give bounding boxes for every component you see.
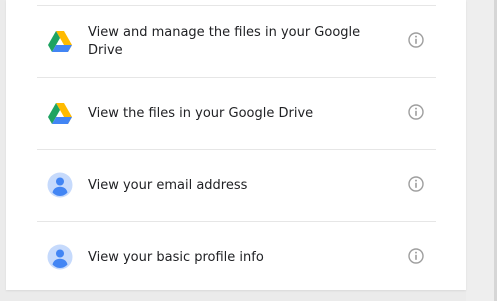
permission-item-email-address: View your email address (37, 150, 436, 222)
permissions-list: View and manage the files in your Google… (37, 6, 436, 293)
google-drive-icon (47, 28, 73, 54)
permission-label: View and manage the files in your Google… (88, 24, 361, 58)
page-background-right (466, 0, 497, 301)
permission-label: View your email address (88, 177, 248, 193)
permission-item-basic-profile: View your basic profile info (37, 222, 436, 293)
info-icon[interactable] (408, 32, 424, 48)
permission-item-manage-drive-files: View and manage the files in your Google… (37, 6, 436, 78)
account-icon (47, 244, 73, 270)
permission-label: View the files in your Google Drive (88, 105, 314, 121)
info-icon[interactable] (408, 104, 424, 120)
info-icon[interactable] (408, 176, 424, 192)
account-icon (47, 172, 73, 198)
permission-label: View your basic profile info (88, 249, 264, 265)
info-icon[interactable] (408, 248, 424, 264)
permission-item-view-drive-files: View the files in your Google Drive (37, 78, 436, 150)
google-drive-icon (47, 100, 73, 126)
